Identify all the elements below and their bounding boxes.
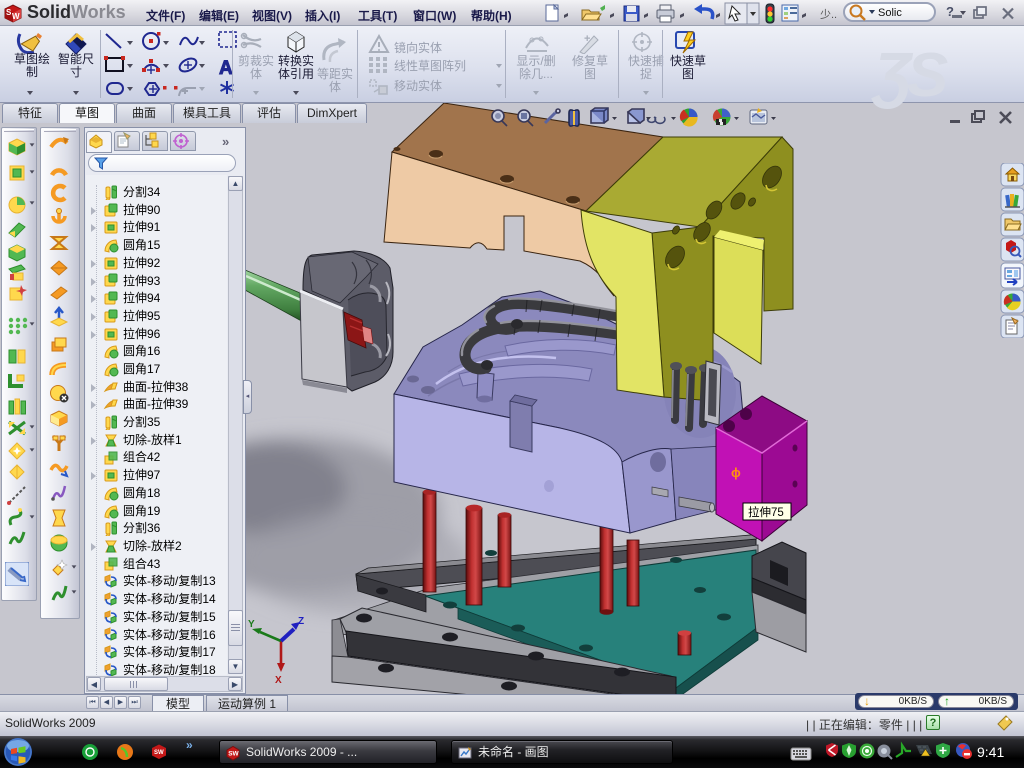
svg-text:+: + [584,33,590,45]
svg-text:Solic: Solic [878,7,902,19]
svg-text:Z: Z [298,616,304,627]
svg-text:ϕ: ϕ [731,465,741,480]
svg-text:SW: SW [154,750,164,756]
svg-text:X: X [275,675,282,686]
svg-text:W: W [12,12,20,21]
svg-text:Y: Y [248,619,255,630]
svg-text:拉伸75: 拉伸75 [748,505,784,519]
svg-text:SW: SW [228,751,239,758]
svg-text:少..: 少.. [820,8,837,21]
svg-text:A: A [219,58,233,79]
